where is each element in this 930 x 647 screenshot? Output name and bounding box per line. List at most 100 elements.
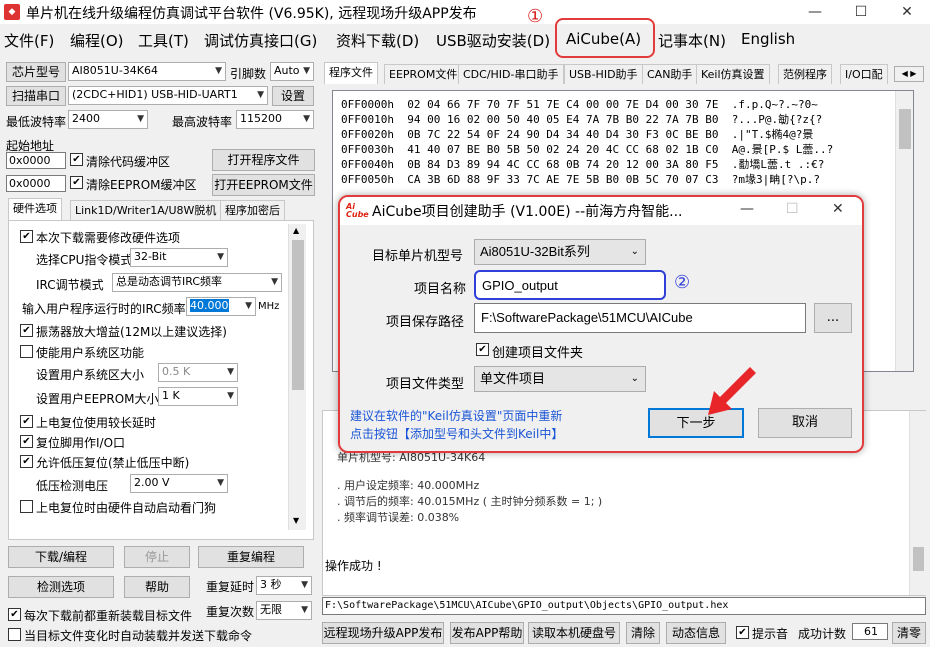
clear-count-button[interactable]: 清零 [892,622,926,644]
auto-send-checkbox[interactable] [8,628,21,641]
menu-usb-driver[interactable]: USB驱动安装(D) [436,30,550,51]
tab-can[interactable]: CAN助手 [642,64,698,84]
pin-count-select[interactable]: Auto ▼ [270,62,314,81]
clear-code-checkbox[interactable]: ✔ [70,153,83,166]
menu-english[interactable]: English [741,30,795,48]
annotation-marker-2: ② [674,272,691,293]
dialog-close-button[interactable]: ✕ [832,201,844,217]
scroll-down-icon[interactable]: ▼ [293,516,299,525]
open-eeprom-button[interactable]: 打开EEPROM文件 [212,174,315,196]
menu-tools[interactable]: 工具(T) [138,30,189,51]
menu-downloads[interactable]: 资料下载(D) [336,30,419,51]
options-scrollbar[interactable]: ▲ ▼ [288,224,306,530]
menu-program[interactable]: 编程(O) [70,30,124,51]
project-path-label: 项目保存路径 [386,315,465,330]
tab-usb-hid[interactable]: USB-HID助手 [564,64,643,84]
eeprom-address-input[interactable]: 0x0000 [6,175,66,192]
reload-label: 每次下载前都重新装载目标文件 [24,609,193,623]
create-folder-checkbox[interactable]: ✔ [476,343,489,356]
tab-offline[interactable]: Link1D/Writer1A/U8W脱机 [70,200,222,220]
watchdog-checkbox[interactable] [20,500,33,513]
beep-checkbox[interactable]: ✔ [736,626,749,639]
check-options-button[interactable]: 检测选项 [8,576,114,598]
irc-freq-input[interactable]: 40.000 ▼ [186,297,256,316]
remote-publish-button[interactable]: 远程现场升级APP发布 [322,622,444,644]
open-program-button[interactable]: 打开程序文件 [212,149,315,171]
user-sys-area-label: 使能用户系统区功能 [36,346,145,360]
repeat-count-select[interactable]: 无限 ▼ [256,601,312,620]
lvr-checkbox[interactable]: ✔ [20,455,33,468]
menu-debug[interactable]: 调试仿真接口(G) [204,30,317,51]
reload-checkbox[interactable]: ✔ [8,608,21,621]
tab-scroll-arrows[interactable]: ◀ ▶ [894,66,924,82]
tab-program-file[interactable]: 程序文件 [324,62,378,84]
lvd-select[interactable]: 2.00 V ▼ [130,474,228,493]
project-type-label: 项目文件类型 [386,377,465,392]
port-select[interactable]: (2CDC+HID1) USB-HID-UART1 ▼ [68,86,268,105]
log-line: . 调节后的频率: 40.015MHz ( 主时钟分频系数 = 1; ) [337,495,603,508]
log-scrollbar[interactable] [909,411,926,595]
close-button[interactable]: ✕ [884,0,930,24]
minimize-button[interactable]: — [792,0,838,24]
code-address-input[interactable]: 0x0000 [6,152,66,169]
tab-cdc-hid[interactable]: CDC/HID-串口助手 [458,64,564,84]
repeat-delay-value: 3 秒 [260,578,282,591]
tab-keil[interactable]: Keil仿真设置 [696,64,770,84]
download-program-button[interactable]: 下载/编程 [8,546,114,568]
scroll-up-icon[interactable]: ▲ [293,226,299,235]
irc-freq-value: 40.000 [190,299,229,312]
hex-scrollbar[interactable] [895,91,913,371]
read-serial-button[interactable]: 读取本机硬盘号 [528,622,620,644]
irc-mode-value: 总是动态调节IRC频率 [116,275,223,288]
clear-code-label: 清除代码缓冲区 [86,155,171,169]
app-icon: ◆ [4,4,20,20]
tab-examples[interactable]: 范例程序 [778,64,832,84]
dialog-maximize-button[interactable]: ☐ [786,201,799,217]
help-button[interactable]: 帮助 [124,576,190,598]
scroll-thumb[interactable] [292,240,304,390]
min-baud-select[interactable]: 2400 ▼ [68,110,148,129]
tab-encrypt[interactable]: 程序加密后 [220,200,285,220]
stop-button[interactable]: 停止 [124,546,190,568]
dynamic-info-button[interactable]: 动态信息 [666,622,726,644]
eeprom-size-select[interactable]: 1 K ▼ [158,387,238,406]
osc-gain-checkbox[interactable]: ✔ [20,324,33,337]
dialog-minimize-button[interactable]: — [740,201,754,217]
reset-io-checkbox[interactable]: ✔ [20,435,33,448]
tab-eeprom-file[interactable]: EEPROM文件 [384,64,463,84]
tab-io-config[interactable]: I/O口配 [840,64,888,84]
repeat-delay-label: 重复延时 [206,580,255,594]
max-baud-select[interactable]: 115200 ▼ [236,110,314,129]
publish-help-button[interactable]: 发布APP帮助 [450,622,524,644]
maximize-button[interactable]: ☐ [838,0,884,24]
repeat-delay-select[interactable]: 3 秒 ▼ [256,576,312,595]
keil-note-line2: 点击按钮【添加型号和头文件到Keil中】 [350,427,564,441]
chevron-down-icon: ▼ [301,605,308,615]
menu-file[interactable]: 文件(F) [4,30,54,51]
project-name-input[interactable]: GPIO_output [474,270,666,300]
min-baud-label: 最低波特率 [6,115,67,129]
cancel-button[interactable]: 取消 [758,408,852,438]
scan-port-button[interactable]: 扫描串口 [6,86,66,106]
browse-button[interactable]: ... [814,303,852,333]
irc-mode-select[interactable]: 总是动态调节IRC频率 ▼ [112,273,282,292]
project-path-input[interactable]: F:\SoftwarePackage\51MCU\AICube [474,303,806,333]
menu-notepad[interactable]: 记事本(N) [658,30,726,51]
sys-size-select[interactable]: 0.5 K ▼ [158,363,238,382]
target-mcu-select[interactable]: Ai8051U-32Bit系列 ⌄ [474,239,646,265]
long-delay-checkbox[interactable]: ✔ [20,415,33,428]
tab-hardware-options[interactable]: 硬件选项 [8,198,62,220]
cpu-mode-select[interactable]: 32-Bit ▼ [130,248,228,267]
chip-model-select[interactable]: AI8051U-34K64 ▼ [68,62,226,81]
project-type-select[interactable]: 单文件项目 ⌄ [474,366,646,392]
user-sys-area-checkbox[interactable] [20,345,33,358]
scroll-thumb[interactable] [913,547,924,571]
modify-hw-checkbox[interactable]: ✔ [20,230,33,243]
chevron-down-icon: ▼ [257,90,264,100]
scroll-thumb[interactable] [899,109,911,149]
project-name-label: 项目名称 [414,282,467,297]
reprogram-button[interactable]: 重复编程 [198,546,304,568]
clear-button[interactable]: 清除 [626,622,660,644]
clear-eeprom-checkbox[interactable]: ✔ [70,176,83,189]
settings-button[interactable]: 设置 [272,86,314,106]
